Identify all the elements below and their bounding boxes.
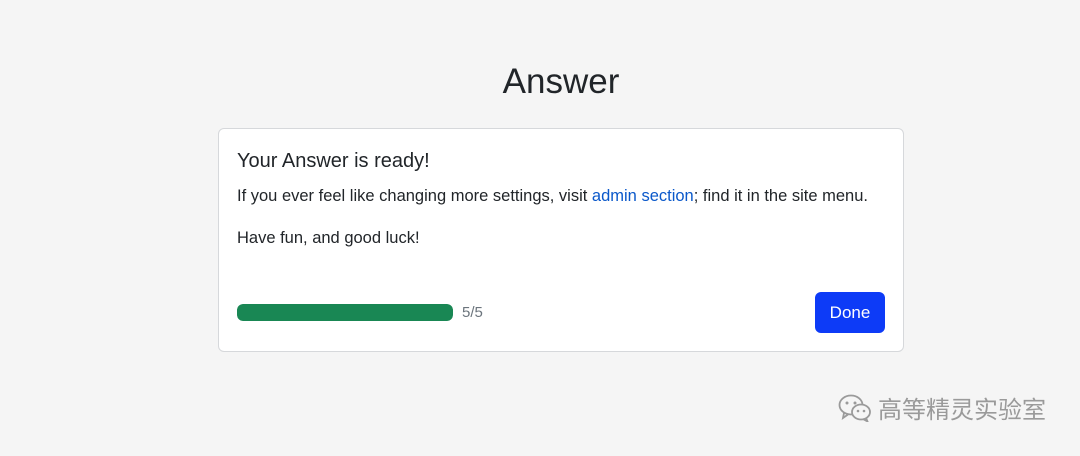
- wechat-icon: [838, 394, 871, 422]
- card-text-after-link: ; find it in the site menu.: [693, 187, 868, 205]
- card-footer: 5/5 Done: [237, 292, 885, 333]
- progress-bar-fill: [237, 304, 453, 321]
- card-text-before-link: If you ever feel like changing more sett…: [237, 187, 592, 205]
- done-button[interactable]: Done: [815, 292, 885, 333]
- page-title: Answer: [502, 62, 620, 101]
- watermark: 高等精灵实验室: [838, 390, 1046, 425]
- page: Answer Your Answer is ready! If you ever…: [0, 0, 1080, 456]
- admin-section-link[interactable]: admin section: [592, 187, 694, 205]
- card-description: If you ever feel like changing more sett…: [237, 183, 877, 209]
- progress-label: 5/5: [462, 304, 483, 321]
- answer-ready-card: Your Answer is ready! If you ever feel l…: [218, 128, 904, 352]
- progress: 5/5: [237, 304, 483, 321]
- card-title: Your Answer is ready!: [237, 150, 430, 172]
- watermark-text: 高等精灵实验室: [878, 396, 1046, 424]
- fun-text: Have fun, and good luck!: [237, 229, 420, 247]
- progress-bar: [237, 304, 453, 321]
